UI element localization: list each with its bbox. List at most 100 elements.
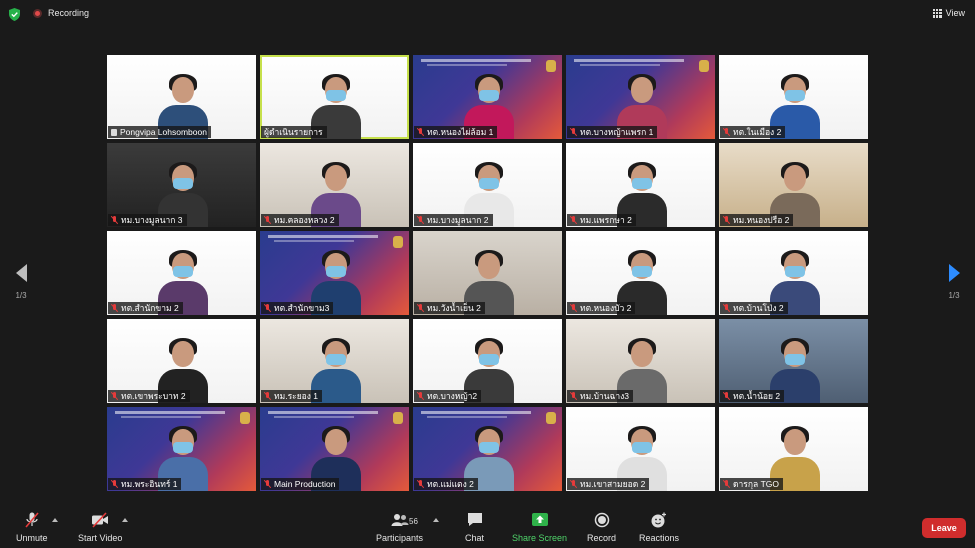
participant-tile[interactable]: ทต.บ้านโป่ง 2 bbox=[719, 231, 868, 315]
reactions-smiley-icon bbox=[651, 512, 667, 528]
participant-name: ทม.บ้านฉาง3 bbox=[580, 391, 629, 401]
microphone-muted-icon bbox=[417, 216, 424, 224]
participant-name-label: ทม.เขาสามยอด 2 bbox=[567, 478, 650, 490]
chat-icon bbox=[467, 513, 482, 526]
participant-name-label: ทต.ในเมือง 2 bbox=[720, 126, 786, 138]
participant-tile[interactable]: ดารกุล TGO bbox=[719, 407, 868, 491]
participant-tile[interactable]: Pongvipa Lohsomboon bbox=[107, 55, 256, 139]
emblem-icon bbox=[699, 60, 709, 72]
microphone-muted-icon bbox=[25, 512, 39, 528]
participant-name-label: ทม.พระอินทร์ 1 bbox=[108, 478, 182, 490]
emblem-icon bbox=[546, 60, 556, 72]
participant-name-label: ทต.น้ำน้อย 2 bbox=[720, 390, 785, 402]
recording-label: Recording bbox=[48, 8, 90, 18]
microphone-muted-icon bbox=[570, 480, 577, 488]
page-indicator-right: 1/3 bbox=[948, 291, 960, 300]
start-video-button[interactable]: Start Video bbox=[78, 512, 122, 543]
participant-tile[interactable]: ทต.ในเมือง 2 bbox=[719, 55, 868, 139]
participant-name: ทม.พระอินทร์ 1 bbox=[121, 479, 178, 489]
video-off-icon bbox=[92, 512, 109, 528]
participant-tile[interactable]: ทม.เขาสามยอด 2 bbox=[566, 407, 715, 491]
participant-tile[interactable]: ทม.พระอินทร์ 1 bbox=[107, 407, 256, 491]
participant-tile[interactable]: ทต.สำนักขาม 2 bbox=[107, 231, 256, 315]
emblem-icon bbox=[546, 412, 556, 424]
participant-name: ทม.เขาสามยอด 2 bbox=[580, 479, 646, 489]
participant-name-label: ทม.แพรกษา 2 bbox=[567, 214, 636, 226]
participant-tile[interactable]: ทต.น้ำน้อย 2 bbox=[719, 319, 868, 403]
participant-tile[interactable]: ทม.บางมูลนาก 3 bbox=[107, 143, 256, 227]
view-button[interactable]: View bbox=[932, 8, 965, 18]
participant-tile[interactable]: ทต.บางหญ้า2 bbox=[413, 319, 562, 403]
previous-page-button[interactable]: 1/3 bbox=[14, 264, 28, 300]
participant-tile[interactable]: ทต.แม่แตง 2 bbox=[413, 407, 562, 491]
microphone-muted-icon bbox=[264, 392, 271, 400]
participant-tile[interactable]: ทต.หนองบัว 2 bbox=[566, 231, 715, 315]
participant-name-label: ทต.บางหญ้า2 bbox=[414, 390, 482, 402]
microphone-muted-icon bbox=[723, 216, 730, 224]
participant-tile[interactable]: ทม.บางมูลนาก 2 bbox=[413, 143, 562, 227]
participants-icon bbox=[391, 514, 409, 526]
participants-options-caret-icon[interactable] bbox=[433, 518, 439, 522]
microphone-muted-icon bbox=[723, 392, 730, 400]
emblem-icon bbox=[393, 236, 403, 248]
slide-text-line bbox=[427, 416, 507, 418]
unmute-button[interactable]: Unmute bbox=[16, 512, 48, 543]
leave-button[interactable]: Leave bbox=[922, 518, 966, 538]
participant-tile[interactable]: ทต.บางหญ้าแพรก 1 bbox=[566, 55, 715, 139]
participant-tile[interactable]: ทต.สำนักขาม3 bbox=[260, 231, 409, 315]
reactions-button[interactable]: Reactions bbox=[639, 512, 679, 543]
participant-name: ทต.บางหญ้าแพรก 1 bbox=[580, 127, 654, 137]
participant-name: ทต.เขาพระบาท 2 bbox=[121, 391, 186, 401]
participant-name: ทม.แพรกษา 2 bbox=[580, 215, 632, 225]
participant-name: ทม.บางมูลนาก 2 bbox=[427, 215, 489, 225]
recording-dot-icon bbox=[33, 8, 42, 18]
participant-count: 56 bbox=[409, 517, 418, 526]
top-bar: Recording View bbox=[0, 0, 975, 28]
microphone-muted-icon bbox=[111, 480, 118, 488]
unmute-label: Unmute bbox=[16, 533, 48, 543]
participant-tile[interactable]: ทม.บ้านฉาง3 bbox=[566, 319, 715, 403]
participant-tile[interactable]: ทม.แพรกษา 2 bbox=[566, 143, 715, 227]
microphone-muted-icon bbox=[570, 216, 577, 224]
microphone-muted-icon bbox=[264, 480, 271, 488]
microphone-muted-icon bbox=[417, 128, 424, 136]
microphone-muted-icon bbox=[417, 304, 424, 312]
participant-tile[interactable]: ทต.เขาพระบาท 2 bbox=[107, 319, 256, 403]
microphone-muted-icon bbox=[111, 304, 118, 312]
next-page-button[interactable]: 1/3 bbox=[947, 264, 961, 300]
participant-name-label: ทต.หนองบัว 2 bbox=[567, 302, 636, 314]
video-options-caret-icon[interactable] bbox=[122, 518, 128, 522]
participant-name-label: ทม.บ้านฉาง3 bbox=[567, 390, 633, 402]
slide-text-line bbox=[580, 64, 660, 66]
participant-tile[interactable]: ทต.หนองไผ่ล้อม 1 bbox=[413, 55, 562, 139]
participant-tile[interactable]: ผู้ดำเนินรายการ bbox=[260, 55, 409, 139]
participant-name: ผู้ดำเนินรายการ bbox=[264, 127, 323, 137]
record-icon bbox=[594, 512, 609, 528]
microphone-muted-icon bbox=[723, 304, 730, 312]
microphone-muted-icon bbox=[264, 216, 271, 224]
grid-view-icon bbox=[932, 8, 942, 18]
participant-tile[interactable]: ทม.ระยอง 1 bbox=[260, 319, 409, 403]
participant-tile[interactable]: ทม.หนองปรือ 2 bbox=[719, 143, 868, 227]
participant-name: ทต.หนองบัว 2 bbox=[580, 303, 632, 313]
participant-name-label: ทต.สำนักขาม 2 bbox=[108, 302, 183, 314]
participant-name: ดารกุล TGO bbox=[733, 479, 779, 489]
slide-text-line bbox=[421, 411, 531, 414]
meeting-toolbar: Unmute Start Video Participants 56 Chat … bbox=[0, 500, 975, 548]
microphone-muted-icon bbox=[570, 392, 577, 400]
audio-options-caret-icon[interactable] bbox=[52, 518, 58, 522]
participant-tile[interactable]: ทม.คลองหลวง 2 bbox=[260, 143, 409, 227]
recording-indicator[interactable]: Recording bbox=[33, 8, 89, 18]
participant-tile[interactable]: Main Production bbox=[260, 407, 409, 491]
participant-tile[interactable]: ทม.วังน้ำเย็น 2 bbox=[413, 231, 562, 315]
emblem-icon bbox=[393, 412, 403, 424]
view-label: View bbox=[945, 8, 965, 18]
participant-name-label: ทม.คลองหลวง 2 bbox=[261, 214, 339, 226]
participant-name: Pongvipa Lohsomboon bbox=[120, 127, 207, 137]
chat-button[interactable]: Chat bbox=[465, 512, 484, 543]
slide-text-line bbox=[274, 416, 354, 418]
participant-name-label: ทม.บางมูลนาก 2 bbox=[414, 214, 493, 226]
record-button[interactable]: Record bbox=[587, 512, 616, 543]
security-shield-icon[interactable] bbox=[9, 8, 20, 21]
share-screen-button[interactable]: Share Screen bbox=[512, 512, 567, 543]
